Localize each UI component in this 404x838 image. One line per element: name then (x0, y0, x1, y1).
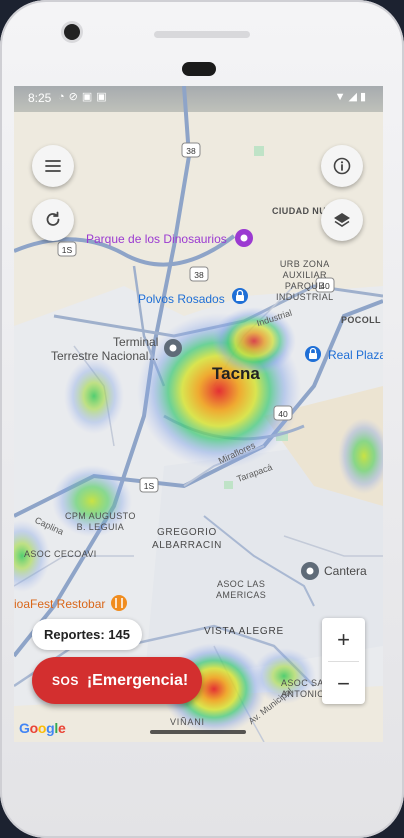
label-asoc-cecoavi: ASOC CECOAVI (24, 549, 97, 559)
svg-text:38: 38 (186, 146, 196, 156)
label-pocollay: POCOLL (341, 315, 381, 325)
label-gregorio-albarracin: GREGORIO ALBARRACIN (152, 527, 222, 551)
svg-text:1S: 1S (62, 245, 73, 255)
reports-count-chip: Reportes: 145 (32, 619, 142, 650)
pin-icon (164, 339, 182, 357)
label-urb-zona: URB ZONA AUXILIAR PARQUE INDUSTRIAL (276, 259, 334, 302)
menu-button[interactable] (32, 145, 74, 187)
pin-icon (301, 562, 319, 580)
zoom-controls: + − (322, 618, 365, 704)
google-logo: Google (19, 720, 66, 736)
lock-icon (232, 288, 248, 304)
label-tacna: Tacna (212, 364, 260, 383)
emergency-button[interactable]: SOS ¡Emergencia! (32, 657, 202, 704)
svg-text:1S: 1S (144, 481, 155, 491)
label-vista-alegre: VISTA ALEGRE (204, 626, 285, 637)
svg-text:38: 38 (194, 270, 204, 280)
speaker (154, 31, 250, 38)
layers-icon (334, 213, 350, 227)
emergency-button-label: ¡Emergencia! (86, 671, 189, 689)
label-terminal[interactable]: Terminal Terrestre Nacional... (51, 335, 158, 363)
refresh-button[interactable] (32, 199, 74, 241)
heat-terminal (64, 358, 124, 434)
camera (64, 24, 80, 40)
route-shield-38b: 38 (189, 266, 209, 282)
status-time: 8:25 (28, 91, 52, 105)
svg-text:40: 40 (278, 409, 288, 419)
lock-icon (305, 346, 321, 362)
label-asoc-las-americas: ASOC LAS AMERICAS (216, 579, 267, 600)
dinosaur-park-icon (235, 229, 253, 247)
signal-battery-icons: ▼◢▮ (334, 91, 369, 103)
label-cpm-leguia: CPM AUGUSTO B. LEGUIA (65, 511, 136, 532)
earpiece (182, 62, 216, 76)
home-indicator[interactable] (150, 730, 246, 734)
phone-frame: 38 1S 38 40 40 1S 8:25 ◔⊘▣▣ ▼◢▮ CIUDAD N… (0, 0, 404, 838)
route-shield-40b: 40 (273, 405, 293, 421)
route-shield-1s-a: 1S (57, 241, 77, 257)
info-button[interactable] (321, 145, 363, 187)
label-restobar[interactable]: ioaFest Restobar (14, 597, 105, 611)
refresh-icon (46, 211, 60, 226)
fork-knife-icon (111, 595, 127, 611)
label-polvos-rosados[interactable]: Polvos Rosados (138, 292, 225, 306)
notification-icons: ◔⊘▣▣ (58, 91, 111, 103)
sos-icon: SOS (52, 673, 79, 688)
zoom-out-button[interactable]: − (322, 662, 365, 705)
status-bar: 8:25 ◔⊘▣▣ ▼◢▮ (14, 86, 383, 110)
app-screen: 38 1S 38 40 40 1S 8:25 ◔⊘▣▣ ▼◢▮ CIUDAD N… (14, 86, 383, 742)
menu-icon (45, 160, 61, 172)
info-icon (333, 157, 351, 175)
route-shield-1s-b: 1S (139, 477, 159, 493)
route-shield-38a: 38 (181, 142, 201, 158)
label-cantera[interactable]: Cantera (324, 564, 367, 578)
label-real-plaza[interactable]: Real Plaza (328, 348, 383, 362)
zoom-in-button[interactable]: + (322, 618, 365, 661)
label-vinani: VIÑANI (170, 717, 205, 727)
label-parque[interactable]: Parque de los Dinosaurios (86, 232, 227, 246)
layers-button[interactable] (321, 199, 363, 241)
